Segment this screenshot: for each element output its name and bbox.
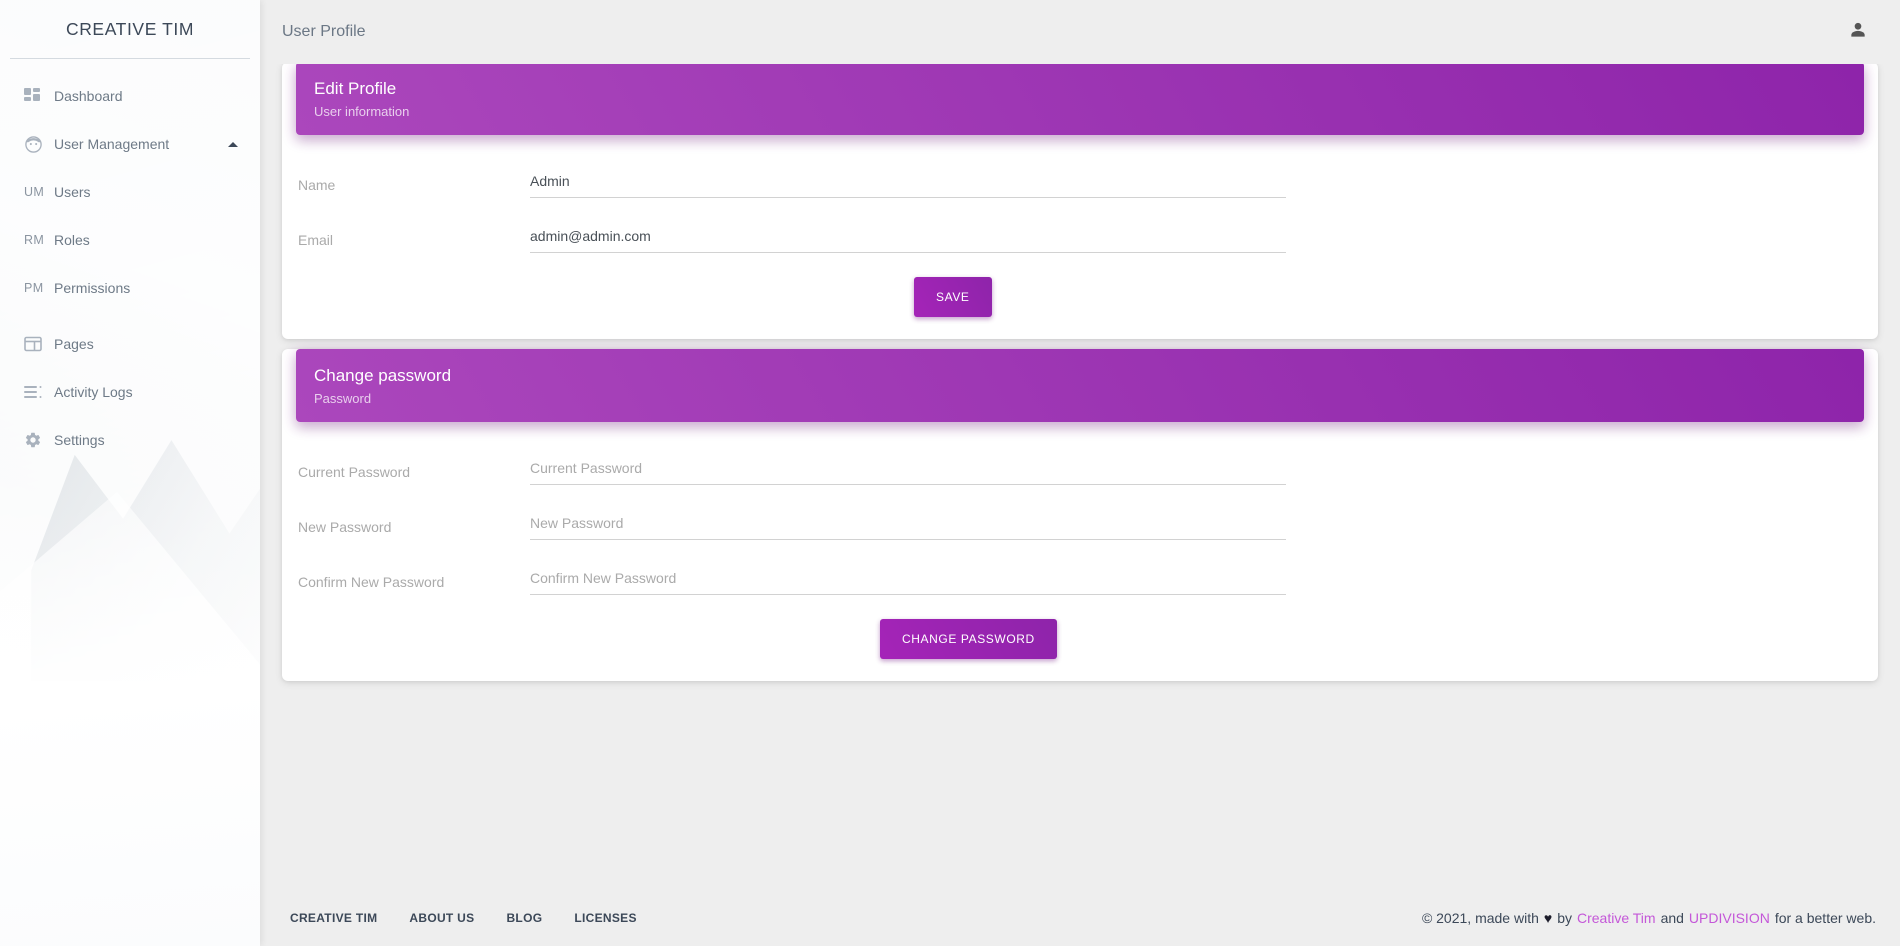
name-input[interactable] [530,160,1286,198]
topbar-actions [1838,12,1878,52]
topbar: User Profile [260,0,1900,64]
change-password-card: Change password Password Current Passwor… [282,348,1878,681]
form-row-confirm-new-password: Confirm New Password [298,550,1862,605]
main-panel: User Profile Edit Profile User informati… [260,0,1900,946]
current-password-input[interactable] [530,447,1286,485]
sidebar-item-label: User Management [54,136,170,152]
sidebar-item-label: Settings [54,432,105,448]
copyright-prefix: © 2021, made with [1421,910,1539,926]
copyright-suffix: for a better web. [1774,910,1876,926]
sidebar-item-label: Activity Logs [54,384,133,400]
change-password-button[interactable]: CHANGE PASSWORD [880,618,1057,659]
sidebar-item-abbr: UM [24,185,45,199]
app-root: CREATIVE TIM Dashboard User Management U… [0,0,1900,946]
footer-link-licenses[interactable]: LICENSES [558,903,652,933]
sidebar-divider [10,58,250,59]
user-face-icon [24,135,54,154]
edit-profile-actions: SAVE [298,263,1862,317]
confirm-new-password-label: Confirm New Password [298,573,445,590]
copyright-and: and [1660,910,1684,926]
form-row-email: Email [298,208,1862,263]
form-row-name: Name [298,153,1862,208]
new-password-input[interactable] [530,502,1286,540]
chevron-up-icon [228,141,238,147]
sidebar-item-users[interactable]: UM Users [8,169,252,215]
account-menu-button[interactable] [1838,12,1878,52]
list-lines-icon [24,385,54,399]
content-area: Edit Profile User information Name Email [260,64,1900,890]
sidebar-item-abbr: PM [24,281,44,295]
sidebar-item-label: Pages [54,336,94,352]
new-password-label: New Password [298,518,392,535]
sidebar-nav: Dashboard User Management UM Users RM Ro… [0,73,260,475]
email-input[interactable] [530,215,1286,253]
change-password-card-body: Current Password New Password Confirm Ne… [282,422,1878,659]
new-password-field-wrap [530,502,1286,540]
sidebar-item-label: Permissions [54,280,131,296]
card-subtitle: User information [314,104,410,120]
brand-logo[interactable]: CREATIVE TIM [0,0,260,58]
current-password-label: Current Password [298,463,411,480]
sidebar-item-roles[interactable]: RM Roles [8,217,252,263]
person-icon [1848,20,1868,45]
gear-icon [24,431,54,449]
sidebar-item-activity-logs[interactable]: Activity Logs [8,369,252,415]
footer-links: CREATIVE TIM ABOUT US BLOG LICENSES [274,903,653,933]
name-label: Name [298,176,336,193]
footer-copyright: © 2021, made with ♥ by Creative Tim and … [1422,910,1876,926]
sidebar-item-abbr: RM [24,233,45,247]
sidebar-item-user-management[interactable]: User Management [8,121,252,167]
sidebar-item-permissions[interactable]: PM Permissions [8,265,252,311]
email-field-wrap [530,215,1286,253]
edit-profile-card: Edit Profile User information Name Email [282,64,1878,339]
change-password-card-header: Change password Password [296,348,1864,422]
sidebar-item-dashboard[interactable]: Dashboard [8,73,252,119]
footer-link-updivision[interactable]: UPDIVISION [1689,910,1770,926]
sidebar-item-label: Users [54,184,91,200]
sidebar-item-label: Dashboard [54,88,123,104]
confirm-new-password-input[interactable] [530,557,1286,595]
current-password-field-wrap [530,447,1286,485]
card-title: Change password [314,365,452,385]
page-title: User Profile [282,23,366,40]
pages-layout-icon [24,336,54,352]
footer-link-creative-tim-inline[interactable]: Creative Tim [1577,910,1656,926]
save-button[interactable]: SAVE [914,276,992,317]
form-row-current-password: Current Password [298,440,1862,495]
sidebar-item-label: Roles [54,232,90,248]
footer-link-creative-tim[interactable]: CREATIVE TIM [274,903,393,933]
copyright-by: by [1557,910,1572,926]
edit-profile-card-header: Edit Profile User information [296,64,1864,135]
card-title: Edit Profile [314,79,397,98]
footer: CREATIVE TIM ABOUT US BLOG LICENSES © 20… [260,890,1900,946]
email-label: Email [298,231,334,248]
edit-profile-card-body: Name Email SAVE [282,135,1878,317]
sidebar: CREATIVE TIM Dashboard User Management U… [0,0,260,946]
sidebar-item-pages[interactable]: Pages [8,321,252,367]
footer-link-about-us[interactable]: ABOUT US [393,903,490,933]
brand-name: CREATIVE TIM [65,18,195,39]
change-password-actions: CHANGE PASSWORD [298,605,1862,659]
heart-icon: ♥ [1543,910,1553,926]
sidebar-item-settings[interactable]: Settings [8,417,252,463]
form-row-new-password: New Password [298,495,1862,550]
card-subtitle: Password [314,391,372,407]
confirm-new-password-field-wrap [530,557,1286,595]
dashboard-grid-icon [24,87,54,105]
name-field-wrap [530,160,1286,198]
footer-link-blog[interactable]: BLOG [490,903,558,933]
